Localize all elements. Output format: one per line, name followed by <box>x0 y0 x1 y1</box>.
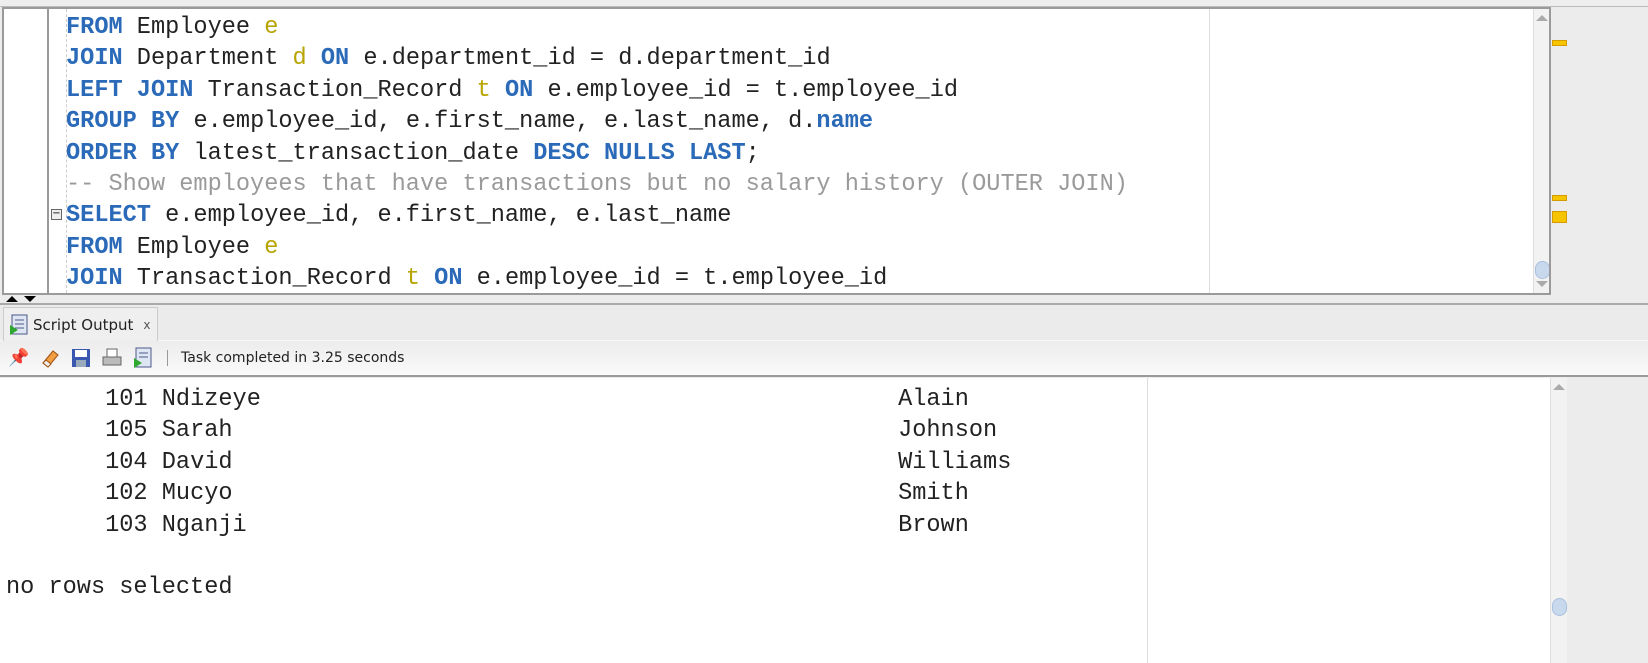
warning-marker[interactable] <box>1552 40 1567 46</box>
result-row: 105 Sarah Johnson <box>6 415 997 446</box>
code-text: Employee <box>122 233 265 261</box>
result-row: 102 Mucyo Smith <box>6 478 969 509</box>
warning-marker[interactable] <box>1552 195 1567 201</box>
sql-keyword: ON <box>320 45 350 73</box>
export-icon[interactable] <box>132 347 154 369</box>
employee-id-cell: 101 <box>105 386 148 413</box>
sql-keyword: GROUP BY <box>66 108 180 136</box>
code-line[interactable]: -- Show employees that have transactions… <box>66 169 1128 200</box>
scroll-up-icon[interactable] <box>1536 15 1548 21</box>
sql-keyword: JOIN <box>66 45 123 73</box>
code-text: Employee <box>122 14 265 41</box>
first-name-cell: Ndizeye <box>161 386 261 413</box>
tab-script-output[interactable]: Script Output x <box>3 307 158 341</box>
result-row: 101 Ndizeye Alain <box>6 384 969 415</box>
editor-vertical-scrollbar[interactable] <box>1533 9 1549 293</box>
first-name-cell: Mucyo <box>161 480 233 508</box>
code-line[interactable]: SELECT e.employee_id, e.first_name, e.la… <box>66 200 731 231</box>
code-text: e.employee_id = t.employee_id <box>533 76 959 104</box>
collapse-down-icon[interactable] <box>24 296 36 302</box>
code-line[interactable]: JOIN Department d ON e.department_id = d… <box>66 43 831 74</box>
output-margin-line <box>1147 378 1148 663</box>
sql-comment: -- Show employees that have transactions… <box>66 171 1128 198</box>
close-tab-icon[interactable]: x <box>143 318 150 332</box>
last-name-cell: Williams <box>898 448 1012 476</box>
script-output-area[interactable]: 101 Ndizeye Alain 105 Sarah Johnson 104 Davi… <box>0 378 1567 663</box>
table-alias: d <box>292 45 307 73</box>
first-name-cell: Sarah <box>161 417 233 445</box>
fold-collapse-icon[interactable]: − <box>51 209 62 220</box>
code-text: latest_transaction_date <box>179 139 534 167</box>
sql-editor[interactable]: FROM Employee e JOIN Department d ON e.de… <box>2 7 1551 295</box>
code-text: e.department_id = d.department_id <box>349 45 831 73</box>
scroll-down-icon[interactable] <box>1536 281 1548 287</box>
result-row: 104 David Williams <box>6 447 1011 478</box>
last-name-cell: Smith <box>898 480 969 508</box>
panel-splitter[interactable] <box>0 295 1648 305</box>
pin-icon[interactable]: 📌 <box>8 347 30 369</box>
code-text: e.employee_id = t.employee_id <box>462 265 888 293</box>
print-icon[interactable] <box>101 347 123 369</box>
warning-marker[interactable] <box>1552 211 1567 223</box>
code-line[interactable]: FROM Employee e <box>66 232 278 263</box>
sql-keyword: ON <box>434 265 463 293</box>
eraser-icon[interactable] <box>39 347 61 369</box>
expand-up-icon[interactable] <box>6 296 18 302</box>
employee-id-cell: 105 <box>105 417 148 445</box>
no-rows-message: no rows selected <box>6 574 233 601</box>
tab-label: Script Output <box>33 315 134 334</box>
save-icon[interactable] <box>70 347 92 369</box>
code-text: Department <box>122 45 293 73</box>
output-tab-row: Script Output x <box>0 305 1648 341</box>
employee-id-cell: 102 <box>105 480 148 508</box>
sql-keyword: LEFT JOIN <box>66 76 194 104</box>
scroll-up-icon[interactable] <box>1553 384 1565 390</box>
sql-keyword: ON <box>504 76 534 104</box>
employee-id-cell: 104 <box>105 448 148 476</box>
sql-keyword: FROM <box>66 14 123 41</box>
first-name-cell: David <box>161 448 233 476</box>
sql-keyword: ORDER BY <box>66 139 180 167</box>
code-line[interactable]: GROUP BY e.employee_id, e.first_name, e.… <box>66 106 873 137</box>
code-text: Transaction_Record <box>193 76 477 104</box>
table-alias: t <box>405 265 420 293</box>
script-output-icon <box>10 314 28 335</box>
table-alias: t <box>476 76 491 104</box>
status-text: Task completed in 3.25 seconds <box>181 350 405 366</box>
output-toolbar: 📌 Task completed in 3.25 seconds <box>0 341 1648 377</box>
table-alias: e <box>264 14 279 41</box>
last-name-cell: Brown <box>898 511 969 539</box>
sql-keyword: FROM <box>66 233 123 261</box>
code-text: Transaction_Record <box>122 265 406 293</box>
scroll-thumb[interactable] <box>1552 598 1567 616</box>
line-gutter <box>4 9 49 293</box>
sql-keyword: SELECT <box>66 202 151 230</box>
code-line[interactable]: JOIN Transaction_Record t ON e.employee_… <box>66 263 888 293</box>
sql-keyword: JOIN <box>66 265 123 293</box>
code-text: e.employee_id, e.first_name, e.last_name… <box>179 108 817 136</box>
code-line[interactable]: LEFT JOIN Transaction_Record t ON e.empl… <box>66 75 958 106</box>
table-alias: e <box>264 233 279 261</box>
result-row: 103 Nganji Brown <box>6 510 969 541</box>
code-text: e.employee_id, e.first_name, e.last_name <box>150 202 732 230</box>
scroll-thumb[interactable] <box>1535 261 1549 279</box>
toolbar-separator <box>167 350 168 366</box>
sql-keyword: name <box>816 108 874 136</box>
employee-id-cell: 103 <box>105 511 148 539</box>
code-line[interactable]: FROM Employee e <box>66 12 278 43</box>
first-name-cell: Nganji <box>161 511 247 539</box>
code-line[interactable]: ORDER BY latest_transaction_date DESC NU… <box>66 138 760 169</box>
editor-tab-strip <box>0 0 1648 7</box>
code-text: ; <box>745 139 760 167</box>
output-vertical-scrollbar[interactable] <box>1550 378 1567 663</box>
right-margin-line <box>1209 9 1210 293</box>
last-name-cell: Johnson <box>898 417 998 445</box>
sql-keyword: DESC NULLS LAST <box>533 139 746 167</box>
last-name-cell: Alain <box>898 386 969 413</box>
